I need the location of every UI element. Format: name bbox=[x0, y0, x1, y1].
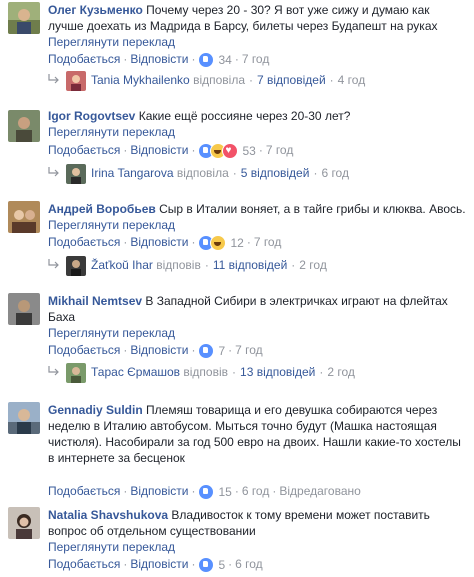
like-button[interactable]: Подобається bbox=[48, 557, 120, 571]
reactions[interactable]: 53 bbox=[198, 142, 256, 159]
avatar[interactable] bbox=[8, 507, 40, 539]
reaction-count: 34 bbox=[218, 52, 232, 67]
reply-button[interactable]: Відповісти bbox=[130, 143, 188, 157]
reaction-count: 12 bbox=[230, 235, 244, 250]
reply-verb: відповів bbox=[183, 365, 229, 379]
reaction-count: 53 bbox=[242, 143, 256, 158]
reply-arrow-icon bbox=[48, 255, 60, 275]
avatar bbox=[66, 255, 86, 276]
timestamp[interactable]: 7 год bbox=[266, 143, 294, 157]
reply-author[interactable]: Žaťkoŭ Ihar bbox=[91, 258, 153, 272]
comment-text: Какие ещё россияне через 20-30 лет? bbox=[138, 109, 351, 123]
reply-author[interactable]: Irina Tangarova bbox=[91, 166, 174, 180]
timestamp: 4 год bbox=[337, 73, 366, 87]
timestamp[interactable]: 7 год bbox=[242, 52, 270, 66]
like-button[interactable]: Подобається bbox=[48, 52, 120, 66]
love-reaction-icon bbox=[222, 142, 239, 159]
comment-text: Сыр в Италии воняет, а в тайге грибы и к… bbox=[159, 202, 466, 216]
reply-verb: відповіла bbox=[193, 73, 245, 87]
reply-count[interactable]: 7 відповідей bbox=[257, 73, 326, 87]
like-button[interactable]: Подобається bbox=[48, 484, 120, 498]
reactions[interactable]: 15 bbox=[198, 483, 232, 500]
reply-count[interactable]: 5 відповідей bbox=[241, 166, 310, 180]
like-button[interactable]: Подобається bbox=[48, 143, 120, 157]
edited-label[interactable]: Відредаговано bbox=[279, 484, 360, 498]
like-reaction-icon bbox=[198, 51, 215, 68]
see-translation-link[interactable]: Переглянути переклад bbox=[48, 539, 468, 555]
reply-count[interactable]: 11 відповідей bbox=[213, 258, 287, 272]
reply-arrow-icon bbox=[48, 362, 60, 382]
replies-summary[interactable]: Irina Tangarova відповіла · 5 відповідей · 6… bbox=[48, 163, 349, 184]
like-reaction-icon bbox=[198, 556, 215, 573]
comment-author[interactable]: Gennadiy Suldin bbox=[48, 403, 143, 417]
see-translation-link[interactable]: Переглянути переклад bbox=[48, 217, 468, 233]
comment-author[interactable]: Mikhail Nemtsev bbox=[48, 294, 142, 308]
replies-summary[interactable]: Žaťkoŭ Ihar відповів · 11 відповідей · 2 год bbox=[48, 255, 327, 276]
replies-summary[interactable]: Tania Mykhailenko відповіла · 7 відповідей… bbox=[48, 70, 366, 91]
timestamp: 6 год bbox=[321, 166, 349, 180]
reply-arrow-icon bbox=[48, 70, 60, 90]
comment-author[interactable]: Андрей Воробьев bbox=[48, 202, 156, 216]
reply-author[interactable]: Тарас Єрмашов bbox=[91, 365, 180, 379]
avatar[interactable] bbox=[8, 402, 40, 434]
reply-arrow-icon bbox=[48, 163, 60, 183]
like-reaction-icon bbox=[198, 342, 215, 359]
reply-author[interactable]: Tania Mykhailenko bbox=[91, 73, 190, 87]
see-translation-link[interactable]: Переглянути переклад bbox=[48, 325, 468, 341]
reply-button[interactable]: Відповісти bbox=[130, 484, 188, 498]
avatar[interactable] bbox=[8, 2, 40, 34]
timestamp: 2 год bbox=[299, 258, 327, 272]
avatar[interactable] bbox=[8, 201, 40, 233]
replies-summary[interactable]: Тарас Єрмашов відповів · 13 відповідей · 2 г… bbox=[48, 362, 355, 383]
reactions[interactable]: 7 bbox=[198, 342, 225, 359]
comment-author[interactable]: Олег Кузьменко bbox=[48, 3, 143, 17]
reply-verb: відповіла bbox=[176, 166, 229, 180]
reply-button[interactable]: Відповісти bbox=[130, 235, 188, 249]
reaction-count: 15 bbox=[218, 484, 232, 499]
timestamp[interactable]: 6 год bbox=[235, 557, 263, 571]
reply-button[interactable]: Відповісти bbox=[130, 52, 188, 66]
avatar[interactable] bbox=[8, 110, 40, 142]
reactions[interactable]: 34 bbox=[198, 51, 232, 68]
comment-author[interactable]: Natalia Shavshukova bbox=[48, 508, 168, 522]
reactions[interactable]: 12 bbox=[198, 234, 244, 251]
timestamp[interactable]: 7 год bbox=[235, 343, 263, 357]
comment-author[interactable]: Igor Rogovtsev bbox=[48, 109, 135, 123]
like-button[interactable]: Подобається bbox=[48, 343, 120, 357]
reply-button[interactable]: Відповісти bbox=[130, 343, 188, 357]
like-button[interactable]: Подобається bbox=[48, 235, 120, 249]
timestamp[interactable]: 6 год bbox=[242, 484, 270, 498]
haha-reaction-icon bbox=[210, 234, 227, 251]
like-reaction-icon bbox=[198, 483, 215, 500]
see-translation-link[interactable]: Переглянути переклад bbox=[48, 34, 468, 50]
timestamp: 2 год bbox=[327, 365, 355, 379]
reply-button[interactable]: Відповісти bbox=[130, 557, 188, 571]
reply-count[interactable]: 13 відповідей bbox=[240, 365, 315, 379]
avatar bbox=[66, 163, 86, 184]
see-translation-link[interactable]: Переглянути переклад bbox=[48, 124, 468, 140]
avatar[interactable] bbox=[8, 293, 40, 325]
timestamp[interactable]: 7 год bbox=[254, 235, 282, 249]
avatar bbox=[66, 70, 86, 91]
reactions[interactable]: 5 bbox=[198, 556, 225, 573]
reply-verb: відповів bbox=[156, 258, 201, 272]
avatar bbox=[66, 362, 86, 383]
